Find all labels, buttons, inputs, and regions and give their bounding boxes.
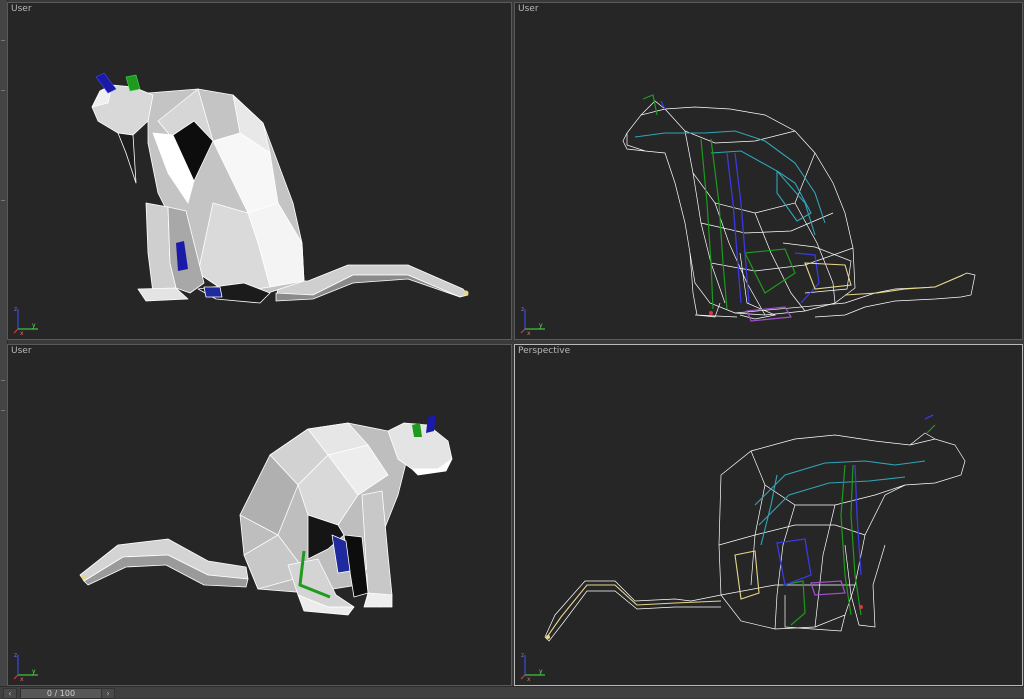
svg-text:y: y: [32, 668, 36, 675]
axis-gizmo-icon: z y x: [520, 652, 545, 681]
svg-text:z: z: [521, 306, 524, 313]
svg-text:z: z: [14, 306, 17, 313]
svg-text:z: z: [14, 652, 17, 659]
svg-text:x: x: [527, 676, 531, 681]
axis-gizmo-icon: z y x: [13, 306, 38, 335]
time-slider-bar: ‹ 0 / 100 ›: [0, 686, 1024, 699]
svg-text:z: z: [521, 652, 524, 659]
svg-text:x: x: [20, 330, 24, 335]
wireframe-cat-model: [622, 94, 976, 322]
svg-text:y: y: [539, 668, 543, 675]
wireframe-cat-model: [544, 414, 966, 642]
shaded-cat-model: [79, 415, 453, 616]
viewport-bottom-left[interactable]: User z y x: [7, 344, 512, 686]
axis-gizmo-icon: z y x: [520, 306, 545, 335]
shaded-cat-model: [91, 72, 469, 304]
svg-text:y: y: [32, 322, 36, 329]
svg-text:y: y: [539, 322, 543, 329]
viewport-bottom-right-perspective[interactable]: Perspective z y x: [514, 344, 1023, 686]
chevron-left-icon[interactable]: ‹: [3, 688, 17, 699]
time-slider[interactable]: 0 / 100: [20, 688, 102, 699]
chevron-right-icon[interactable]: ›: [101, 688, 115, 699]
viewport-top-right[interactable]: User z y x: [514, 2, 1023, 340]
viewport-label: User: [11, 4, 32, 14]
axis-gizmo-icon: z y x: [13, 652, 38, 681]
viewport-label: User: [518, 4, 539, 14]
viewport-top-left[interactable]: User z y x: [7, 2, 512, 340]
viewport-label: Perspective: [518, 346, 571, 356]
viewport-label: User: [11, 346, 32, 356]
svg-text:x: x: [527, 330, 531, 335]
svg-text:x: x: [20, 676, 24, 681]
